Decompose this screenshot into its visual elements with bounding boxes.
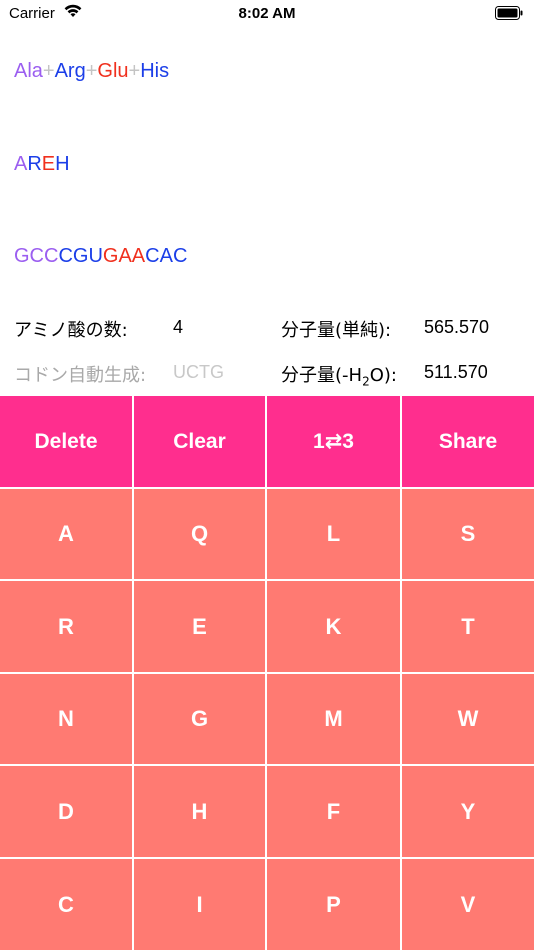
codon-auto-field[interactable]: UCTG — [173, 362, 224, 383]
key-d[interactable]: D — [0, 766, 132, 857]
mw-water-value: 511.570 — [424, 362, 488, 382]
one-letter-part: R — [27, 153, 42, 175]
three-letter-part: Arg — [54, 60, 86, 82]
codon-part: GCC — [14, 245, 59, 267]
one-letter-part: E — [41, 153, 56, 175]
one-letter-part: H — [55, 153, 70, 175]
clock: 8:02 AM — [238, 5, 296, 22]
three-letter-part: + — [128, 60, 141, 82]
mw-simple-label: 分子量(単純): — [281, 320, 392, 341]
three-letter-part: Glu — [97, 60, 129, 82]
mw-water-label: 分子量(-H2O): — [281, 361, 397, 389]
key-c[interactable]: C — [0, 859, 132, 950]
mw-simple-value: 565.570 — [424, 317, 490, 337]
key-g[interactable]: G — [134, 674, 265, 764]
key-h[interactable]: H — [134, 766, 265, 857]
key-l[interactable]: L — [267, 489, 400, 579]
three-letter-part: His — [140, 60, 170, 82]
mw-water-label-sub: 2 — [362, 374, 370, 389]
three-letter-sequence: Ala+Arg+Glu+His — [14, 60, 169, 83]
key-s[interactable]: S — [402, 489, 534, 579]
codon-part: CAC — [145, 245, 188, 267]
key-y[interactable]: Y — [402, 766, 534, 857]
key-t[interactable]: T — [402, 581, 534, 672]
key-r[interactable]: R — [0, 581, 132, 672]
codon-sequence: GCCCGUGAACAC — [14, 245, 187, 268]
key-n[interactable]: N — [0, 674, 132, 764]
mw-water-label-post: O): — [369, 365, 397, 386]
key-k[interactable]: K — [267, 581, 400, 672]
one-letter-part: A — [14, 153, 28, 175]
amino-acid-count-label: アミノ酸の数: — [14, 320, 128, 341]
key-i[interactable]: I — [134, 859, 265, 950]
one-letter-sequence: AREH — [14, 153, 70, 176]
three-letter-part: Ala — [14, 60, 43, 82]
three-letter-part: + — [85, 60, 98, 82]
mw-water-label-pre: 分子量(-H — [281, 365, 363, 386]
key-a[interactable]: A — [0, 489, 132, 579]
key-v[interactable]: V — [402, 859, 534, 950]
key-q[interactable]: Q — [134, 489, 265, 579]
toggle-notation-button[interactable]: 1⇄3 — [267, 396, 400, 487]
codon-auto-label: コドン自動生成: — [14, 365, 147, 386]
key-w[interactable]: W — [402, 674, 534, 764]
clear-button[interactable]: Clear — [134, 396, 265, 487]
share-button[interactable]: Share — [402, 396, 534, 487]
codon-part: CGU — [58, 245, 103, 267]
delete-button[interactable]: Delete — [0, 396, 132, 487]
key-p[interactable]: P — [267, 859, 400, 950]
three-letter-part: + — [42, 60, 55, 82]
keypad: Delete Clear 1⇄3 Share AQLS REKT NGMW DHFY C… — [0, 396, 534, 950]
codon-part: GAA — [102, 245, 146, 267]
key-m[interactable]: M — [267, 674, 400, 764]
key-f[interactable]: F — [267, 766, 400, 857]
key-e[interactable]: E — [134, 581, 265, 672]
status-bar: Carrier 8:02 AM — [0, 0, 534, 28]
amino-acid-count-value: 4 — [173, 317, 184, 337]
battery-icon — [495, 6, 523, 20]
